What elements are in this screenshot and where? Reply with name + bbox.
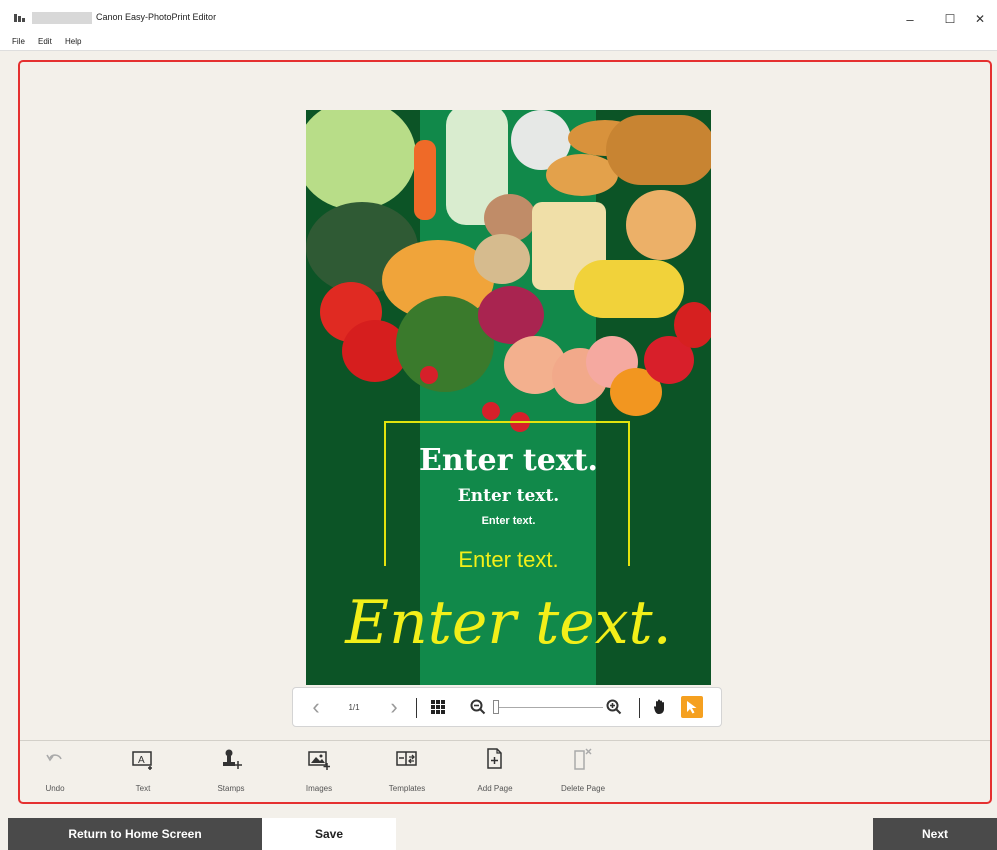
carrot-image [414, 140, 436, 220]
redacted-area [32, 12, 92, 24]
svg-text:A: A [138, 755, 145, 766]
add-page-icon [487, 748, 502, 769]
menu-edit[interactable]: Edit [38, 37, 52, 46]
text-tool-button[interactable]: A Text [103, 748, 183, 798]
undo-button[interactable]: Undo [15, 748, 95, 798]
zoom-out-button[interactable] [465, 688, 491, 726]
add-page-label: Add Page [477, 784, 513, 793]
grid-icon [431, 700, 445, 714]
pointer-icon [687, 701, 697, 714]
tools-divider [20, 740, 990, 741]
delete-page-button[interactable]: Delete Page [543, 748, 623, 798]
stamps-tool-button[interactable]: Stamps [191, 748, 271, 798]
apple-image [674, 302, 711, 348]
templates-tool-button[interactable]: Templates [367, 748, 447, 798]
zoom-in-button[interactable] [601, 688, 627, 726]
app-icon [14, 14, 25, 22]
select-tool-button[interactable] [681, 696, 703, 718]
images-tool-button[interactable]: Images [279, 748, 359, 798]
page-indicator: 1/1 [348, 702, 360, 712]
bun-image [626, 190, 696, 260]
title-bar: Canon Easy-PhotoPrint Editor – ☐ ✕ [0, 0, 997, 36]
potato-image [474, 234, 530, 284]
text-icon: A [132, 751, 152, 770]
banana-image [574, 260, 684, 318]
next-button[interactable]: Next [873, 818, 997, 850]
undo-label: Undo [45, 784, 65, 793]
stamp-icon [223, 749, 242, 769]
zoom-in-icon [606, 699, 622, 715]
templates-label: Templates [388, 784, 426, 793]
add-page-button[interactable]: Add Page [455, 748, 535, 798]
minimize-button[interactable]: – [892, 8, 928, 30]
undo-icon [46, 754, 62, 762]
baguette-image [606, 115, 711, 185]
images-label: Images [305, 784, 333, 793]
tomato-image [420, 366, 438, 384]
delete-page-label: Delete Page [560, 784, 606, 793]
poster-canvas[interactable]: Enter text. Enter text. Enter text. Ente… [306, 110, 711, 685]
separator [639, 698, 640, 718]
poster-text[interactable]: Enter text. [306, 588, 711, 658]
grid-view-button[interactable] [425, 688, 451, 726]
window-title: Canon Easy-PhotoPrint Editor [96, 12, 217, 22]
separator [416, 698, 417, 718]
menu-help[interactable]: Help [65, 37, 81, 46]
text-label: Text [135, 784, 151, 793]
tomato-image [482, 402, 500, 420]
delete-page-icon [574, 748, 592, 770]
menu-file[interactable]: File [12, 37, 25, 46]
prev-page-button[interactable]: ‹ [303, 688, 329, 726]
poster-text[interactable]: Enter text. [306, 443, 711, 478]
return-home-button[interactable]: Return to Home Screen [8, 818, 262, 850]
poster-text[interactable]: Enter text. [306, 486, 711, 506]
image-icon [308, 751, 330, 770]
next-page-button[interactable]: › [381, 688, 407, 726]
hand-tool-button[interactable] [647, 688, 673, 726]
save-button[interactable]: Save [262, 818, 396, 850]
zoom-slider-handle[interactable] [493, 700, 499, 714]
poster-text[interactable]: Enter text. [306, 547, 711, 573]
stamps-label: Stamps [217, 784, 245, 793]
close-button[interactable]: ✕ [962, 8, 997, 30]
template-icon [396, 751, 417, 766]
menu-bar: File Edit Help [0, 36, 997, 51]
page-toolbar: ‹ 1/1 › [292, 687, 722, 727]
zoom-slider-track[interactable] [493, 707, 603, 708]
zoom-out-icon [470, 699, 486, 715]
hand-icon [653, 699, 664, 714]
poster-text[interactable]: Enter text. [306, 515, 711, 527]
